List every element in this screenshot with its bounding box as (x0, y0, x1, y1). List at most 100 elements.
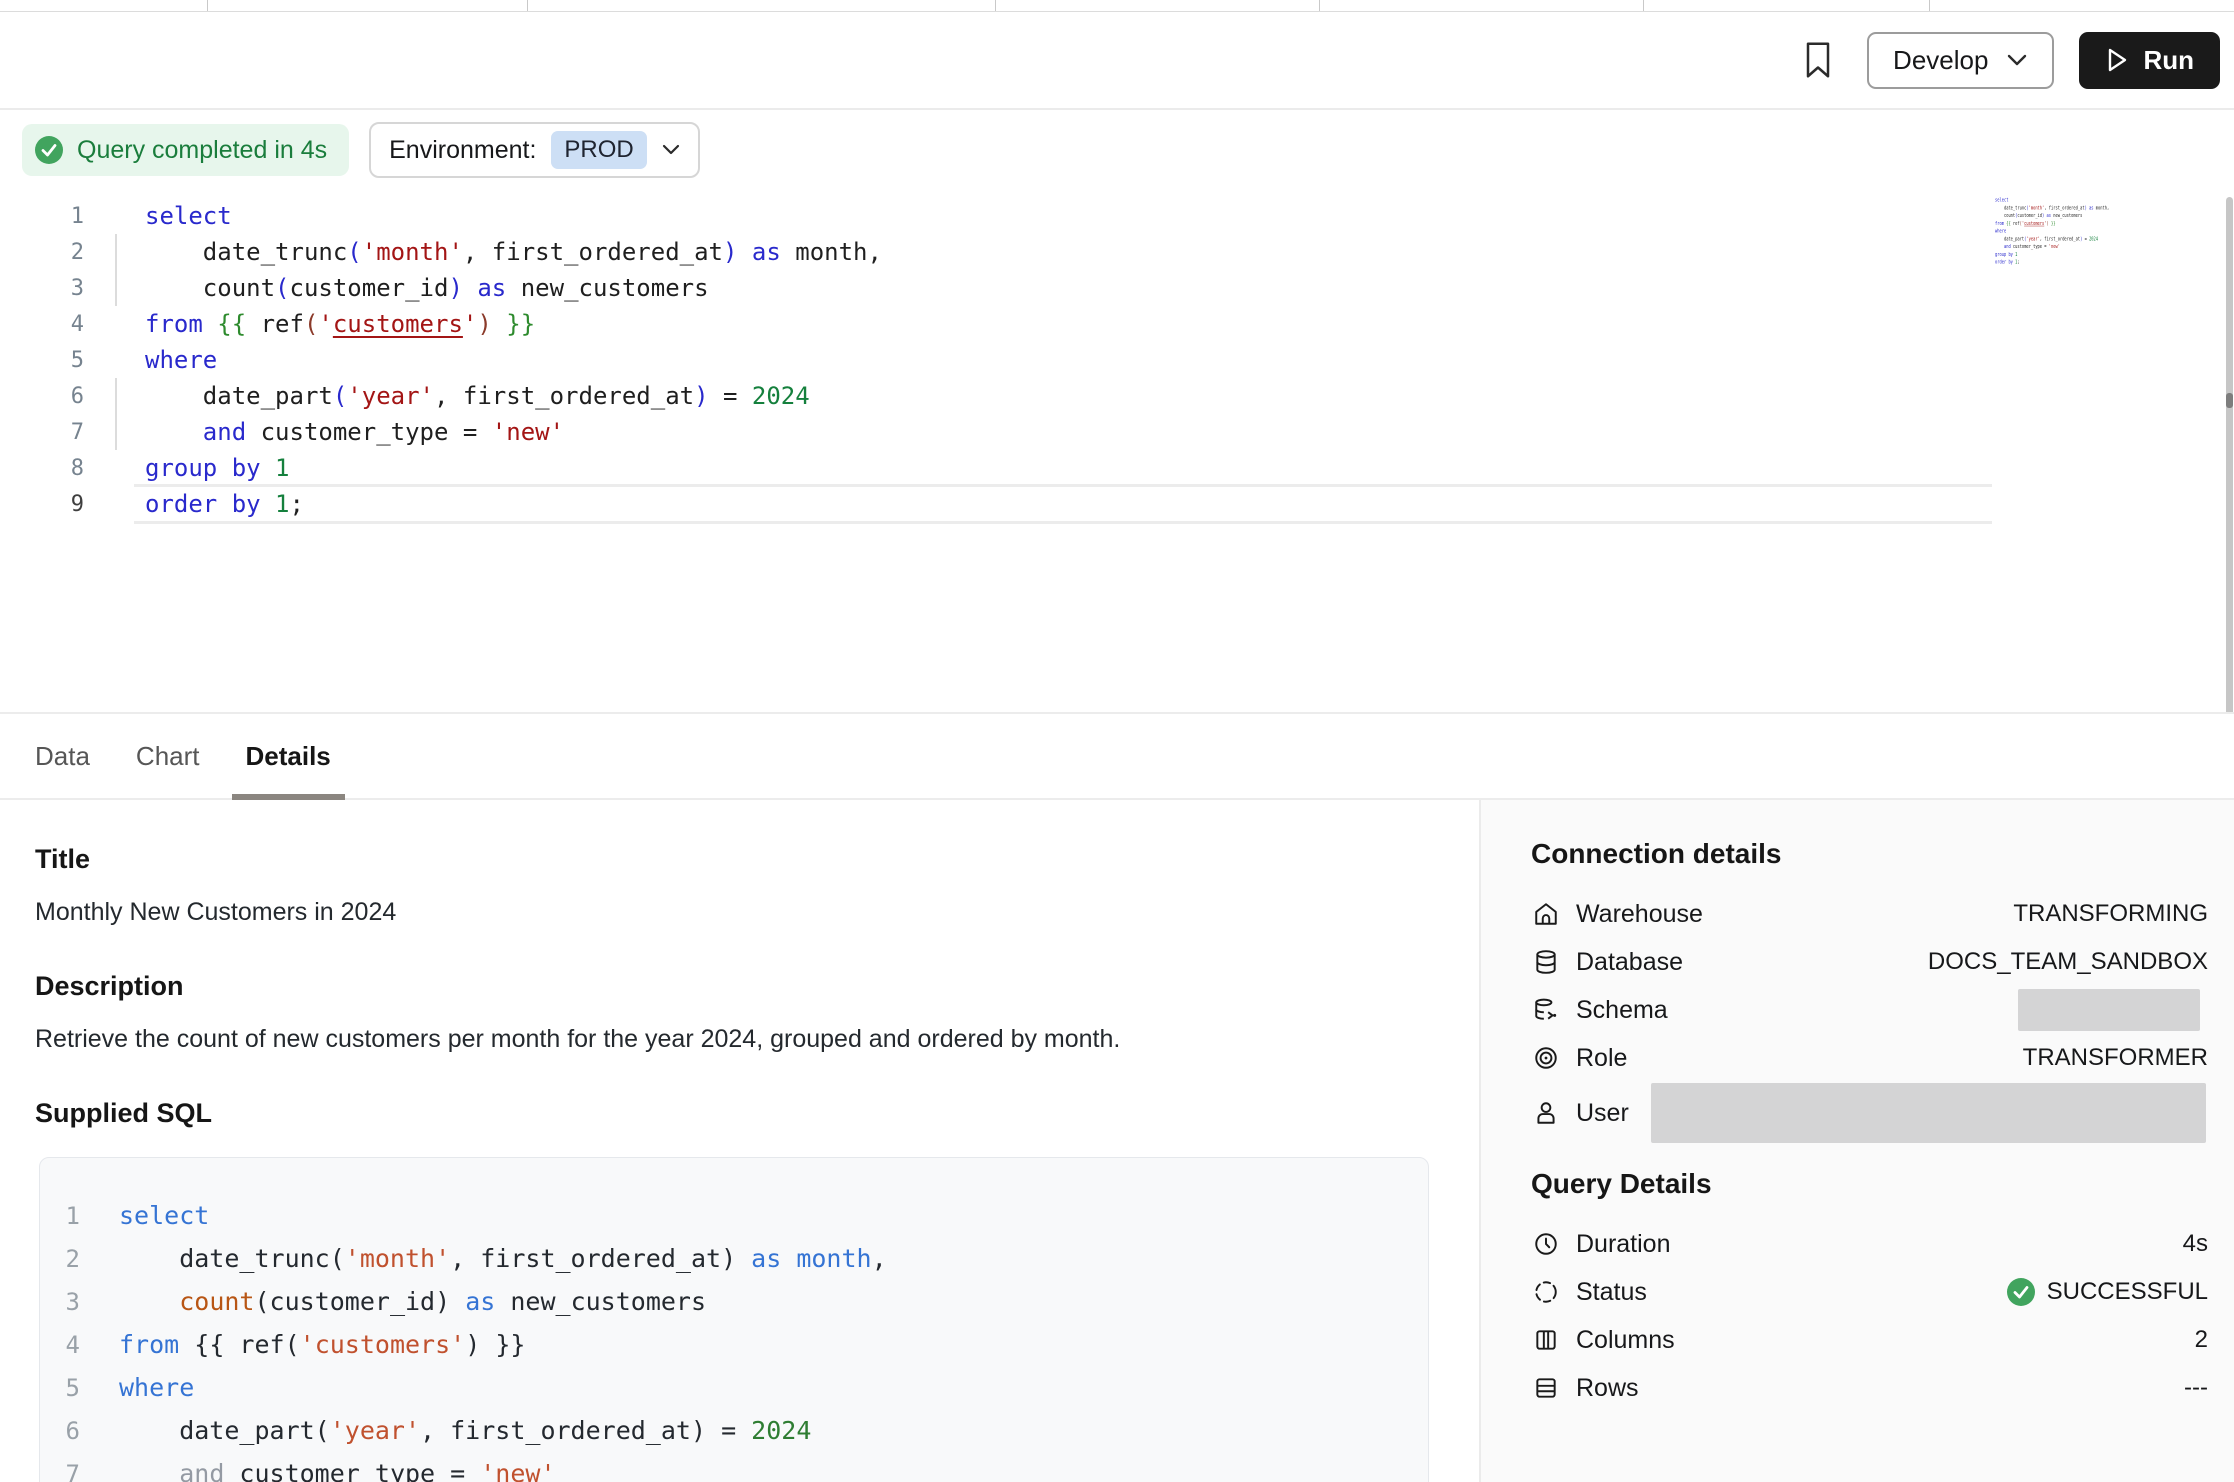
status-row: Query completed in 4s Environment: PROD (22, 122, 700, 178)
code-text: select (119, 1201, 209, 1230)
code-token: 'new' (2049, 243, 2060, 249)
schema-label: Schema (1576, 996, 1668, 1025)
code-token: 'year' (330, 1416, 420, 1445)
code-token: count (179, 1287, 254, 1316)
editor-code-line[interactable]: 8group by 1 (0, 450, 1992, 486)
line-number: 9 (0, 492, 84, 517)
tab-bar: Data Chart Details (0, 712, 2234, 800)
tab-divider (1643, 0, 1644, 11)
code-token: where (145, 346, 217, 374)
chevron-down-icon (2006, 53, 2028, 67)
code-token: customers (2024, 220, 2044, 226)
line-number: 3 (52, 1288, 80, 1316)
tab-details[interactable]: Details (246, 714, 331, 798)
warehouse-label: Warehouse (1576, 900, 1703, 929)
value-text: SUCCESSFUL (2047, 1278, 2208, 1306)
status-row: StatusSUCCESSFUL (1531, 1268, 2208, 1316)
code-token: 'year' (2026, 236, 2039, 242)
line-number: 7 (52, 1460, 80, 1482)
line-number: 1 (52, 1202, 80, 1230)
code-token: (customer_id) (254, 1287, 450, 1316)
code-token: , first_ordered_at) (450, 1244, 736, 1273)
bookmark-button[interactable] (1799, 37, 1837, 83)
code-token: as month (736, 1244, 871, 1273)
code-token (261, 454, 275, 482)
app-window: { "toolbar": { "develop_label": "Develop… (0, 0, 2234, 1482)
code-token: , first_ordered_at) (420, 1416, 706, 1445)
code-token: as (737, 238, 780, 266)
code-token: ref (2011, 220, 2020, 226)
code-token: 2024 (2089, 236, 2098, 242)
code-token: , first_ordered_at (2040, 236, 2080, 242)
code-token: 'customers' (300, 1330, 466, 1359)
code-token: , first_ordered_at (434, 382, 694, 410)
tab-data[interactable]: Data (35, 714, 90, 798)
code-token: 'new' (492, 418, 564, 446)
code-token: as (463, 274, 506, 302)
editor-code-line[interactable]: 9order by 1; (0, 486, 1992, 522)
line-number: 1 (0, 204, 84, 229)
rows-icon (1531, 1373, 1561, 1403)
run-button[interactable]: Run (2079, 32, 2220, 89)
code-token: date_part (145, 382, 333, 410)
editor-code-line[interactable]: 3 count(customer_id) as new_customers (0, 270, 1992, 306)
sql-editor[interactable]: 1 select 2 date_trunc('month', first_order… (0, 180, 2234, 712)
code-token: ( (333, 382, 347, 410)
duration-row: Duration4s (1531, 1220, 2208, 1268)
editor-code-line[interactable]: 5where (0, 342, 1992, 378)
supplied-sql-line: 6 date_part('year', first_ordered_at) = … (52, 1409, 1428, 1452)
code-token: date_part (1995, 236, 2024, 242)
code-token (119, 1287, 179, 1316)
develop-button[interactable]: Develop (1867, 32, 2054, 89)
code-token: {{ ref( (179, 1330, 299, 1359)
line-number: 2 (52, 1245, 80, 1273)
code-token: 'new' (480, 1459, 555, 1482)
code-text: and customer_type = 'new' (119, 1459, 556, 1482)
run-button-label: Run (2143, 45, 2194, 76)
code-token: group by (1995, 251, 2013, 257)
code-token: = (2082, 236, 2089, 242)
environment-value-badge: PROD (551, 131, 646, 169)
code-text: where (119, 1373, 194, 1402)
environment-dropdown[interactable]: Environment: PROD (369, 122, 700, 178)
editor-minimap[interactable]: select date_trunc('month', first_ordered… (1995, 197, 2115, 277)
line-number: 4 (0, 312, 84, 337)
code-token: 'month' (345, 1244, 450, 1273)
query-status-text: Query completed in 4s (77, 136, 327, 165)
minimap-line: where (1995, 228, 2014, 236)
code-token: month, (781, 238, 882, 266)
duration-value: 4s (2183, 1230, 2208, 1258)
editor-code-line[interactable]: 7 and customer_type = 'new' (0, 414, 1992, 450)
editor-code-line[interactable]: 2 date_trunc('month', first_ordered_at) … (0, 234, 1992, 270)
editor-code-line[interactable]: 4from {{ ref('customers') }} (0, 306, 1992, 342)
editor-scrollbar[interactable] (2226, 197, 2233, 788)
warehouse-value: TRANSFORMING (2013, 900, 2208, 928)
code-token: 1 (2015, 251, 2017, 257)
tab-chart[interactable]: Chart (136, 714, 200, 798)
title-value: Monthly New Customers in 2024 (35, 898, 1479, 927)
code-text: select (145, 202, 232, 230)
code-token: 1 (275, 490, 289, 518)
tab-divider (1319, 0, 1320, 11)
editor-code-line[interactable]: 1 select (0, 198, 1992, 234)
code-token: ( (347, 238, 361, 266)
columns-row: Columns2 (1531, 1316, 2208, 1364)
code-text: where (145, 346, 217, 374)
play-icon (2105, 47, 2129, 73)
redacted-value-block (1651, 1083, 2206, 1143)
tab-divider (995, 0, 996, 11)
code-token: where (119, 1373, 194, 1402)
code-token: date_trunc (145, 238, 347, 266)
value-text: 4s (2183, 1230, 2208, 1258)
code-token: 2024 (751, 1416, 811, 1445)
code-token: customer_id (2017, 212, 2042, 218)
code-token (261, 490, 275, 518)
code-text: date_trunc('month', first_ordered_at) as… (145, 238, 882, 266)
bookmark-icon (1803, 41, 1833, 79)
code-token: {{ (217, 310, 246, 338)
code-token: new_customers (506, 274, 708, 302)
clock-icon (1531, 1229, 1561, 1259)
editor-code-line[interactable]: 6 date_part('year', first_ordered_at) = … (0, 378, 1992, 414)
code-token: customer_id (290, 274, 449, 302)
value-text: --- (2184, 1374, 2208, 1402)
